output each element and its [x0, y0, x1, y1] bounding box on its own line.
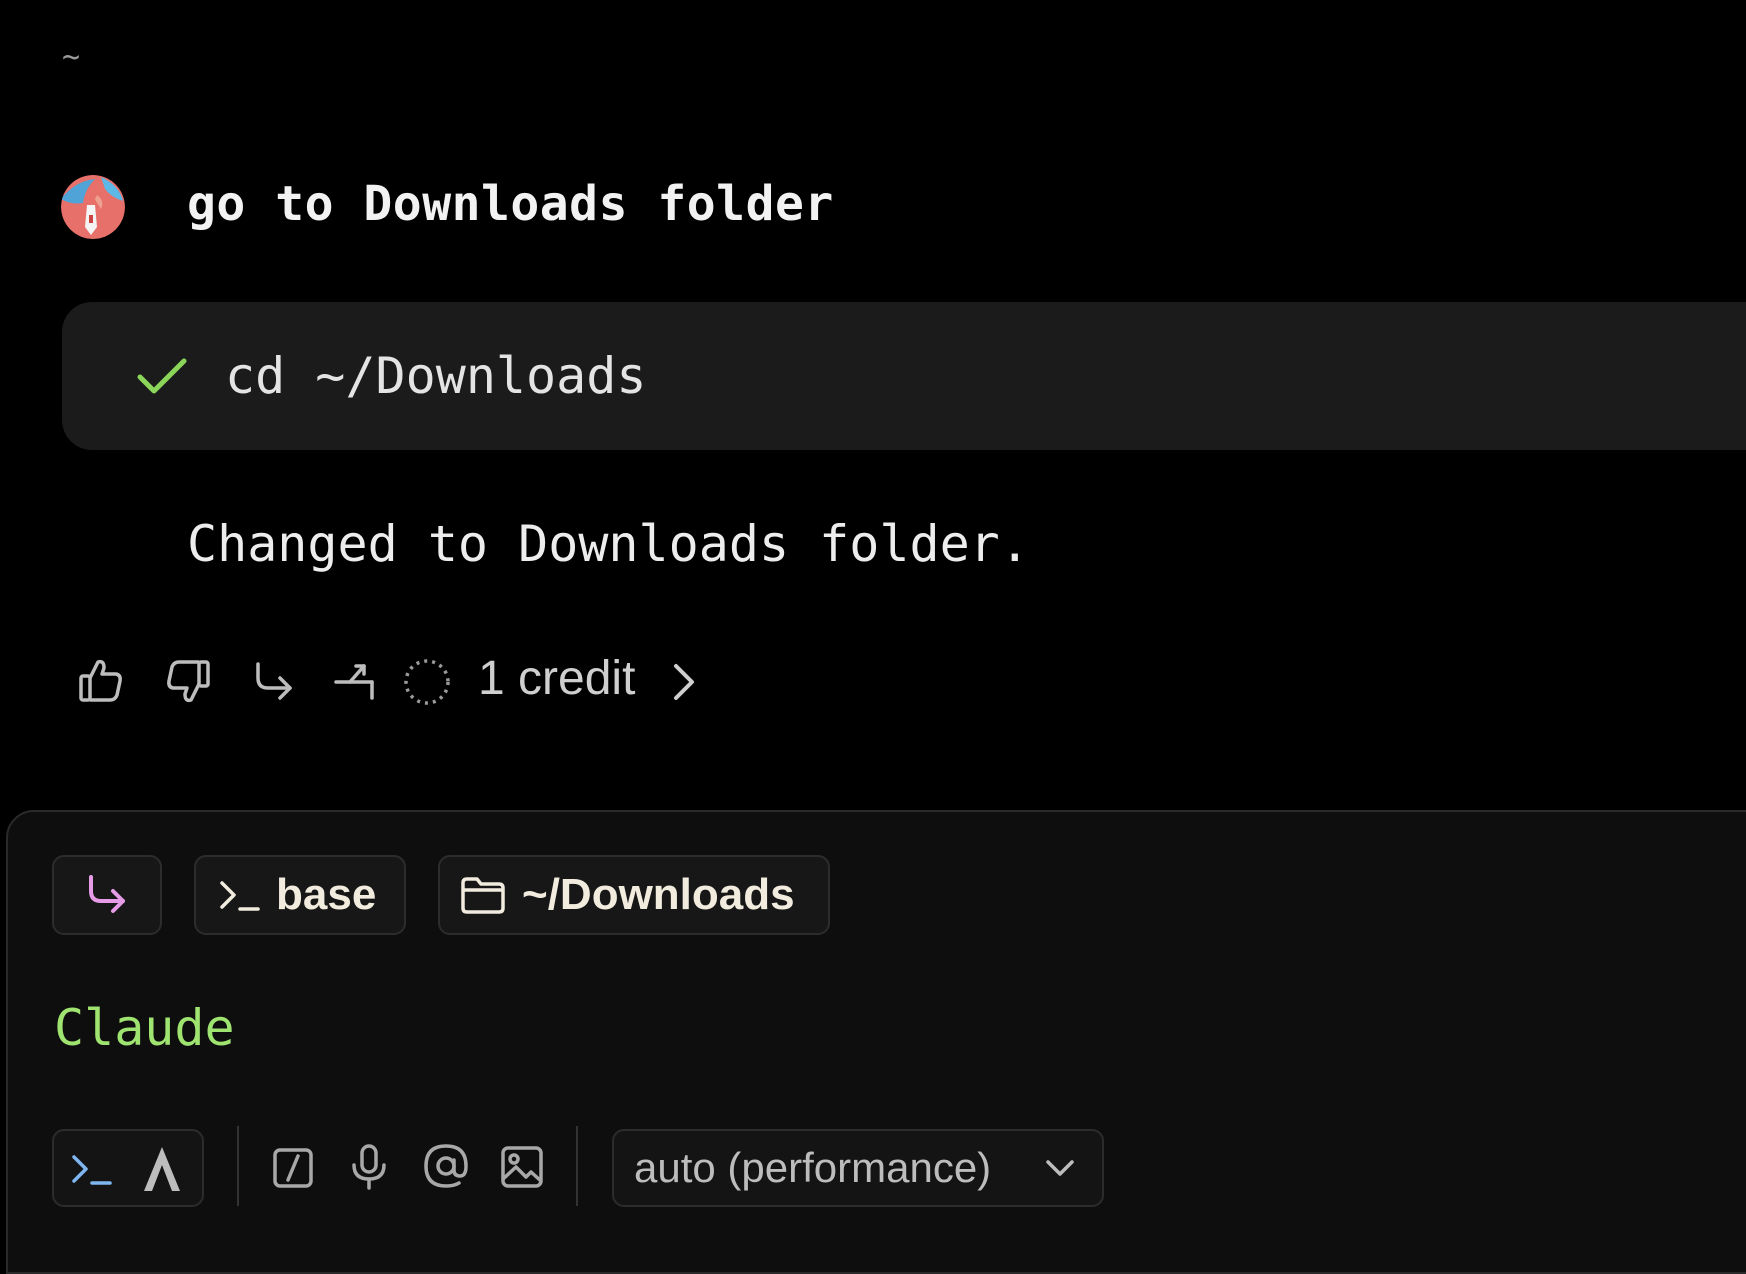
thumbs-down-icon[interactable]: [165, 658, 211, 706]
command-text: cd ~/Downloads: [225, 347, 647, 405]
credit-label[interactable]: 1 credit: [478, 651, 635, 707]
agent-icon: [144, 1147, 180, 1191]
slash-command-icon[interactable]: [272, 1147, 314, 1189]
thumbs-up-icon[interactable]: [78, 656, 124, 704]
model-label: auto (performance): [634, 1144, 992, 1191]
chevron-down-icon: [1044, 1157, 1076, 1179]
check-icon: [136, 355, 188, 399]
input-text[interactable]: Claude: [54, 998, 235, 1058]
microphone-icon[interactable]: [350, 1143, 388, 1191]
assistant-response: Changed to Downloads folder.: [187, 515, 1030, 573]
user-prompt: go to Downloads folder: [187, 176, 834, 232]
terminal-mode-icon[interactable]: [70, 1151, 114, 1189]
chevron-right-icon[interactable]: [668, 660, 698, 704]
terminal-icon: [220, 881, 260, 911]
reply-icon: [89, 875, 125, 913]
reply-icon[interactable]: [252, 660, 296, 704]
folder-icon: [461, 877, 505, 914]
agent-mode-icon[interactable]: [142, 1145, 182, 1193]
toolbar-divider: [576, 1126, 578, 1206]
avatar: [61, 175, 125, 239]
env-chip[interactable]: base: [194, 855, 406, 935]
mode-toggle[interactable]: [52, 1129, 204, 1207]
directory-chip[interactable]: ~/Downloads: [438, 855, 830, 935]
mention-icon[interactable]: [422, 1142, 470, 1190]
avatar-image: [61, 175, 125, 239]
image-icon[interactable]: [500, 1145, 544, 1189]
env-label: base: [276, 870, 377, 919]
fork-icon[interactable]: [334, 660, 376, 704]
spinner-icon: [402, 657, 452, 707]
directory-label: ~/Downloads: [522, 870, 795, 919]
model-select[interactable]: auto (performance): [612, 1129, 1104, 1207]
toolbar-divider: [237, 1126, 239, 1206]
cwd-tilde: ~: [62, 40, 81, 75]
reply-chip[interactable]: [52, 855, 162, 935]
